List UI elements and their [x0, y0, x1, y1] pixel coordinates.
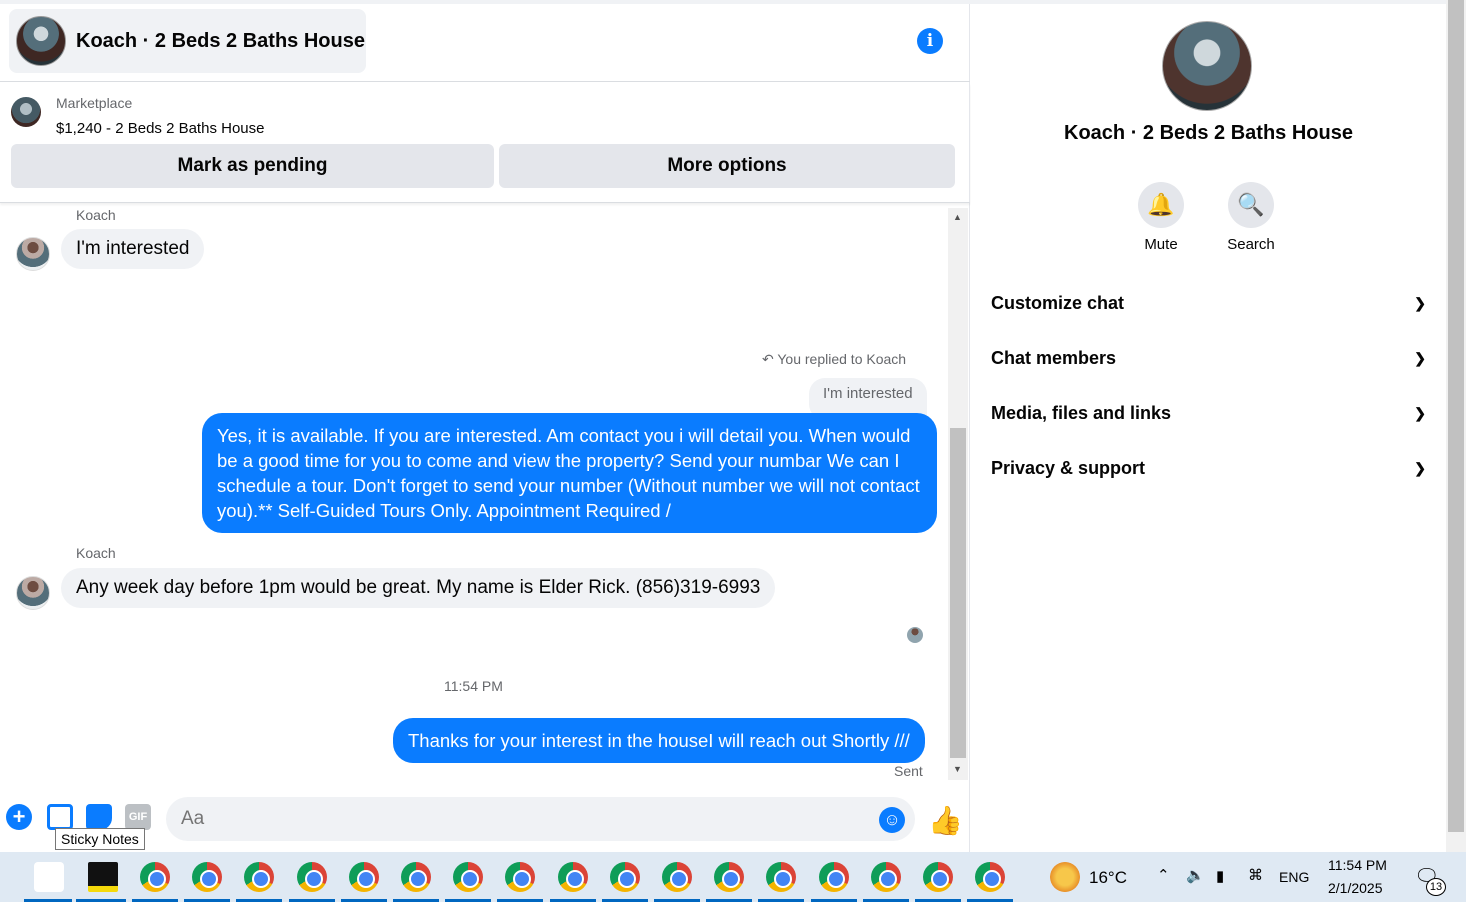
profile-avatar[interactable] — [1162, 21, 1252, 111]
message-bubble-incoming[interactable]: I'm interested — [61, 229, 205, 269]
search-button[interactable]: 🔍 Search — [1211, 182, 1291, 253]
reply-note: ↶ You replied to Koach — [762, 351, 906, 368]
details-sidebar: Koach · 2 Beds 2 Baths House 🔔 Mute 🔍 Se… — [971, 4, 1446, 852]
chrome-icon[interactable] — [766, 862, 797, 892]
menu-chat-members[interactable]: Chat members ❯ — [991, 343, 1426, 373]
chevron-up-icon[interactable]: ⌃ — [1157, 866, 1170, 884]
chrome-icon[interactable] — [505, 862, 536, 892]
listing-source: Marketplace — [56, 95, 133, 111]
chat-pane: Koach · 2 Beds 2 Baths House i Marketpla… — [0, 4, 970, 852]
avatar[interactable] — [16, 237, 50, 271]
scroll-up-icon[interactable]: ▲ — [953, 212, 962, 222]
listing-banner: Marketplace $1,240 - 2 Beds 2 Baths Hous… — [0, 83, 970, 203]
menu-label: Chat members — [991, 348, 1117, 368]
menu-label: Customize chat — [991, 293, 1125, 313]
weather-temp[interactable]: 16°C — [1089, 868, 1127, 888]
chrome-icon[interactable] — [975, 862, 1006, 892]
mute-label: Mute — [1144, 236, 1178, 253]
messages-scrollbar[interactable]: ▲ ▼ — [948, 208, 968, 780]
chrome-icon[interactable] — [192, 862, 223, 892]
chrome-icon[interactable] — [401, 862, 431, 892]
sticker-icon[interactable] — [86, 804, 112, 830]
message-bubble-outgoing[interactable]: Yes, it is available. If you are interes… — [202, 413, 937, 533]
menu-privacy-support[interactable]: Privacy & support ❯ — [991, 453, 1426, 483]
reply-arrow-icon: ↶ — [762, 351, 774, 367]
reply-note-text: You replied to Koach — [777, 351, 907, 367]
message-bubble-outgoing[interactable]: Thanks for your interest in the houseI w… — [393, 718, 925, 763]
gif-icon[interactable]: GIF — [125, 804, 151, 830]
taskbar: 16°C ⌃ 🔈 ▮ ⌘ ENG 11:54 PM 2/1/2025 🗨 13 — [0, 852, 1466, 902]
chrome-icon[interactable] — [557, 862, 588, 892]
avatar[interactable] — [16, 576, 50, 610]
photo-icon[interactable] — [47, 804, 73, 830]
sender-name: Koach — [76, 207, 116, 223]
listing-title[interactable]: $1,240 - 2 Beds 2 Baths House — [56, 120, 264, 137]
menu-label: Media, files and links — [991, 403, 1172, 423]
chrome-icon[interactable] — [244, 862, 275, 892]
menu-label: Privacy & support — [991, 458, 1146, 478]
scroll-down-icon[interactable]: ▼ — [953, 764, 962, 774]
conversation-title-button[interactable]: Koach · 2 Beds 2 Baths House — [9, 9, 366, 73]
chevron-down-icon: ❯ — [1414, 295, 1426, 311]
composer: + GIF ☺ 👍 — [0, 788, 970, 848]
menu-media-files-links[interactable]: Media, files and links ❯ — [991, 398, 1426, 428]
menu-customize-chat[interactable]: Customize chat ❯ — [991, 288, 1426, 318]
mute-button[interactable]: 🔔 Mute — [1121, 182, 1201, 253]
seen-avatar — [907, 627, 923, 643]
notification-count: 13 — [1426, 878, 1446, 896]
chrome-icon[interactable] — [923, 862, 953, 892]
chrome-icon[interactable] — [662, 862, 692, 892]
scroll-thumb[interactable] — [950, 428, 966, 758]
plus-icon[interactable]: + — [6, 804, 32, 830]
clock-date[interactable]: 2/1/2025 — [1328, 880, 1383, 896]
chrome-icon[interactable] — [818, 862, 849, 892]
message-status: Sent — [894, 763, 923, 779]
chat-header: Koach · 2 Beds 2 Baths House i — [0, 4, 970, 82]
listing-thumbnail[interactable] — [11, 97, 41, 127]
window-scrollbar[interactable] — [1446, 0, 1466, 852]
message-input[interactable] — [166, 797, 915, 841]
snipping-tool-icon[interactable] — [34, 862, 64, 892]
sticky-notes-icon[interactable] — [88, 862, 118, 892]
chrome-icon[interactable] — [714, 862, 745, 892]
chrome-icon[interactable] — [140, 862, 170, 892]
chevron-down-icon: ❯ — [1414, 350, 1426, 366]
thumbs-up-icon[interactable]: 👍 — [928, 804, 963, 837]
chrome-icon[interactable] — [348, 862, 379, 892]
volume-icon[interactable]: 🔈 — [1186, 866, 1205, 884]
clock-time[interactable]: 11:54 PM — [1328, 857, 1387, 873]
chrome-icon[interactable] — [870, 862, 901, 892]
tooltip: Sticky Notes — [55, 828, 145, 850]
listing-avatar — [16, 16, 66, 66]
more-options-button[interactable]: More options — [499, 144, 955, 188]
conversation-title: Koach · 2 Beds 2 Baths House — [76, 29, 365, 52]
search-label: Search — [1227, 236, 1275, 253]
wifi-icon[interactable]: ⌘ — [1248, 866, 1263, 884]
emoji-icon[interactable]: ☺ — [879, 807, 905, 833]
window-scroll-thumb[interactable] — [1448, 0, 1464, 832]
chevron-down-icon: ❯ — [1414, 460, 1426, 476]
weather-icon[interactable] — [1050, 862, 1080, 892]
language-indicator[interactable]: ENG — [1279, 869, 1309, 885]
info-icon[interactable]: i — [917, 28, 943, 54]
chrome-icon[interactable] — [453, 862, 484, 892]
message-timestamp: 11:54 PM — [444, 678, 503, 694]
chrome-icon[interactable] — [609, 862, 640, 892]
bell-icon: 🔔 — [1138, 182, 1184, 228]
mark-as-pending-button[interactable]: Mark as pending — [11, 144, 494, 188]
chevron-down-icon: ❯ — [1414, 405, 1426, 421]
message-list: Koach I'm interested ↶ You replied to Ko… — [0, 204, 950, 780]
battery-icon[interactable]: ▮ — [1216, 867, 1224, 885]
chrome-icon[interactable] — [296, 862, 327, 892]
sidebar-title: Koach · 2 Beds 2 Baths House — [1064, 122, 1353, 144]
sender-name: Koach — [76, 545, 116, 561]
search-icon: 🔍 — [1228, 182, 1274, 228]
message-bubble-incoming[interactable]: Any week day before 1pm would be great. … — [61, 568, 776, 608]
